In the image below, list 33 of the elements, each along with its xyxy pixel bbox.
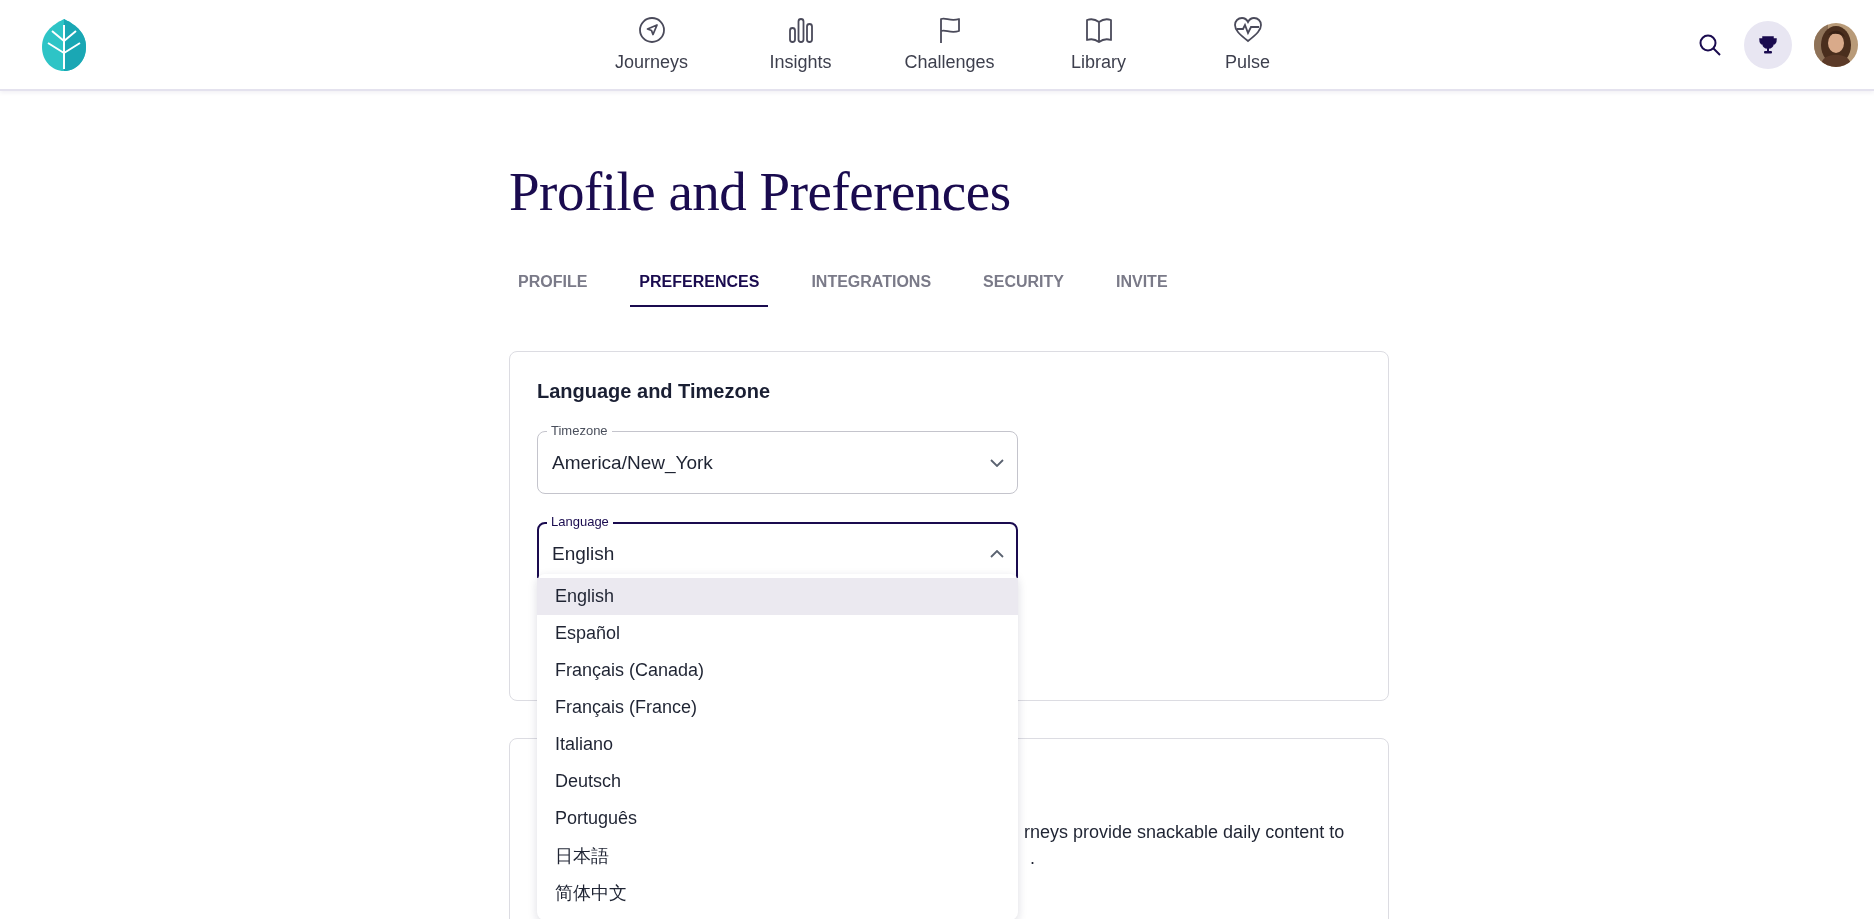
chevron-down-icon: [990, 458, 1004, 467]
description-text: rneys provide snackable daily content to: [1024, 821, 1345, 844]
description-text: .: [1030, 847, 1035, 870]
page-title: Profile and Preferences: [509, 160, 1012, 224]
leaf-logo[interactable]: [40, 16, 88, 73]
menu-option[interactable]: Español: [537, 615, 1018, 652]
nav-link[interactable]: Pulse: [1173, 16, 1322, 73]
nav-link[interactable]: Journeys: [577, 16, 726, 73]
book-icon: [1084, 16, 1113, 44]
menu-option[interactable]: English: [537, 578, 1018, 615]
nav-link[interactable]: Insights: [726, 16, 875, 73]
tab[interactable]: PROFILE: [509, 263, 597, 307]
menu-option[interactable]: Deutsch: [537, 763, 1018, 800]
tab[interactable]: PREFERENCES: [630, 263, 769, 307]
nav-link[interactable]: Library: [1024, 16, 1173, 73]
menu-option[interactable]: 日本語: [537, 837, 1018, 874]
menu-option[interactable]: 简体中文: [537, 874, 1018, 911]
menu-option[interactable]: Français (France): [537, 689, 1018, 726]
bar-chart-icon: [786, 16, 815, 44]
heart-pulse-icon: [1232, 16, 1263, 44]
trophy-button[interactable]: [1744, 20, 1792, 69]
nav-link[interactable]: Challenges: [875, 16, 1024, 73]
tab[interactable]: INVITE: [1107, 263, 1177, 307]
chevron-up-icon: [990, 549, 1004, 558]
tab[interactable]: SECURITY: [974, 263, 1073, 307]
menu-option[interactable]: Français (Canada): [537, 652, 1018, 689]
menu-option[interactable]: Português: [537, 800, 1018, 837]
trophy-icon: [1758, 34, 1778, 55]
menu-option[interactable]: Italiano: [537, 726, 1018, 763]
card-title: Language and Timezone: [537, 380, 771, 403]
tab[interactable]: INTEGRATIONS: [802, 263, 941, 307]
search-icon[interactable]: [1698, 32, 1722, 57]
select-field[interactable]: Timezone America/New_York: [537, 422, 1018, 494]
